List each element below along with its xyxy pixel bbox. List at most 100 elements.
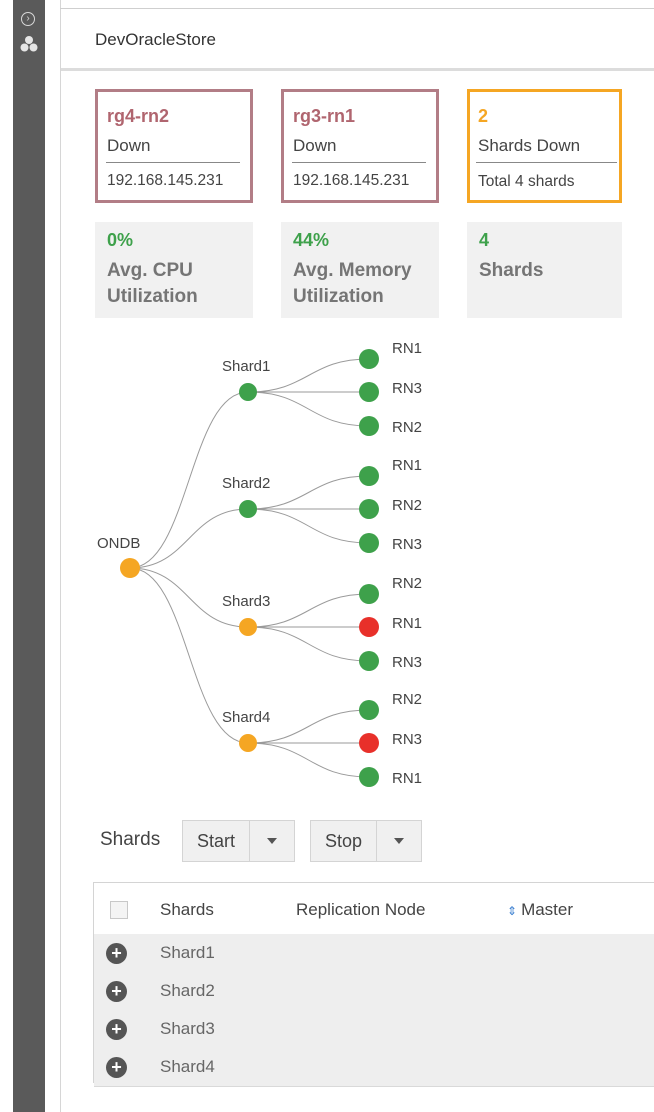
tree-link [247, 742, 370, 778]
replication-node [359, 700, 379, 720]
metric-label: Avg. Memory Utilization [293, 258, 412, 310]
replication-node [359, 416, 379, 436]
shards-down-count: 2 [478, 106, 489, 126]
root-label: ONDB [97, 535, 140, 552]
shards-metric-tile: 4 Shards [467, 222, 622, 318]
replication-node-label: RN3 [392, 731, 422, 748]
cluster-icon[interactable] [19, 34, 39, 54]
metric-label: Avg. CPU Utilization [107, 258, 198, 310]
replication-node [359, 533, 379, 553]
chevron-down-icon [394, 838, 405, 844]
replication-node-label: RN1 [392, 457, 422, 474]
chevron-down-icon [267, 838, 278, 844]
header-divider [61, 68, 654, 71]
metric-label-line: Avg. Memory [293, 260, 412, 281]
topology-tree: ONDB Shard1 RN1 RN3 RN2 Shard2 RN1 RN2 RN3 Shard3… [97, 340, 422, 787]
sort-icon: ⇕ [507, 904, 518, 918]
replication-node-label: RN2 [392, 691, 422, 708]
shard-node [239, 383, 257, 401]
start-dropdown-toggle[interactable] [250, 821, 294, 861]
replication-node [359, 349, 379, 369]
shard-label: Shard3 [222, 593, 270, 610]
replication-node [359, 733, 379, 753]
metric-value: 44% [293, 230, 330, 250]
table-row[interactable]: + Shard4 [94, 1048, 654, 1087]
replication-node-label: RN3 [392, 654, 422, 671]
metric-label-line: Utilization [293, 286, 384, 307]
card-divider [292, 162, 426, 163]
shard-node [239, 734, 257, 752]
shards-table: Shards Replication Node ⇕ Master + Shard1… [93, 882, 654, 1087]
column-header-shards[interactable]: Shards [160, 900, 214, 920]
replication-node [359, 466, 379, 486]
tree-link [129, 508, 249, 569]
store-title: DevOracleStore [95, 30, 216, 49]
row-shard-name: Shard3 [160, 1019, 215, 1038]
tree-link [247, 626, 370, 662]
panel-top-border [60, 8, 654, 9]
replication-node [359, 617, 379, 637]
node-alert-card[interactable]: rg4-rn2 Down 192.168.145.231 [95, 89, 253, 203]
node-name: rg4-rn2 [107, 106, 170, 126]
shards-down-label: Shards Down [478, 136, 581, 155]
start-button[interactable]: Start [183, 821, 251, 861]
replication-node-label: RN3 [392, 536, 422, 553]
total-shards: Total 4 shards [478, 173, 575, 190]
node-ip: 192.168.145.231 [293, 172, 410, 189]
stop-split-button: Stop [310, 820, 423, 862]
expand-row-icon[interactable]: + [106, 981, 127, 1002]
table-row[interactable]: + Shard2 [94, 972, 654, 1011]
column-header-master-label: Master [521, 900, 574, 919]
table-row[interactable]: + Shard1 [94, 934, 654, 973]
expand-chevron-icon[interactable]: › [21, 12, 35, 26]
expand-row-icon[interactable]: + [106, 943, 127, 964]
tree-link [247, 508, 370, 544]
shard-label: Shard1 [222, 358, 270, 375]
metric-label: Shards [479, 258, 543, 284]
table-header: Shards Replication Node ⇕ Master [94, 883, 654, 936]
node-ip: 192.168.145.231 [107, 172, 224, 189]
replication-node-label: RN2 [392, 419, 422, 436]
stop-button[interactable]: Stop [311, 821, 378, 861]
start-split-button: Start [182, 820, 296, 862]
shard-node [239, 618, 257, 636]
metric-label-line: Utilization [107, 286, 198, 307]
card-divider [106, 162, 240, 163]
replication-node [359, 584, 379, 604]
replication-node-label: RN3 [392, 380, 422, 397]
column-header-master[interactable]: ⇕ Master [507, 900, 573, 920]
expand-row-icon[interactable]: + [106, 1019, 127, 1040]
select-all-checkbox[interactable] [110, 901, 128, 919]
metric-value: 0% [107, 230, 134, 250]
replication-node-label: RN1 [392, 770, 422, 787]
shards-down-card[interactable]: 2 Shards Down Total 4 shards [467, 89, 622, 203]
node-status: Down [107, 136, 151, 155]
replication-node [359, 767, 379, 787]
replication-node [359, 499, 379, 519]
expand-row-icon[interactable]: + [106, 1057, 127, 1078]
shard-label: Shard4 [222, 709, 270, 726]
stop-dropdown-toggle[interactable] [377, 821, 421, 861]
root-node [120, 558, 140, 578]
row-shard-name: Shard4 [160, 1057, 215, 1076]
cpu-metric-tile: 0% Avg. CPU Utilization [95, 222, 253, 318]
replication-node-label: RN2 [392, 497, 422, 514]
replication-node [359, 651, 379, 671]
table-row[interactable]: + Shard3 [94, 1010, 654, 1049]
replication-node-label: RN2 [392, 575, 422, 592]
metric-label-line: Avg. CPU [107, 260, 193, 281]
shards-toolbar-label: Shards [100, 829, 161, 850]
metric-value: 4 [479, 230, 490, 250]
shard-label: Shard2 [222, 475, 270, 492]
node-status: Down [293, 136, 337, 155]
row-shard-name: Shard1 [160, 943, 215, 962]
memory-metric-tile: 44% Avg. Memory Utilization [281, 222, 439, 318]
replication-node [359, 382, 379, 402]
metric-label-line: Shards [479, 260, 544, 281]
column-header-replication-node[interactable]: Replication Node [296, 900, 425, 920]
node-name: rg3-rn1 [293, 106, 356, 126]
replication-node-label: RN1 [392, 340, 422, 357]
card-divider [476, 162, 617, 163]
tree-link [247, 391, 370, 427]
node-alert-card[interactable]: rg3-rn1 Down 192.168.145.231 [281, 89, 439, 203]
